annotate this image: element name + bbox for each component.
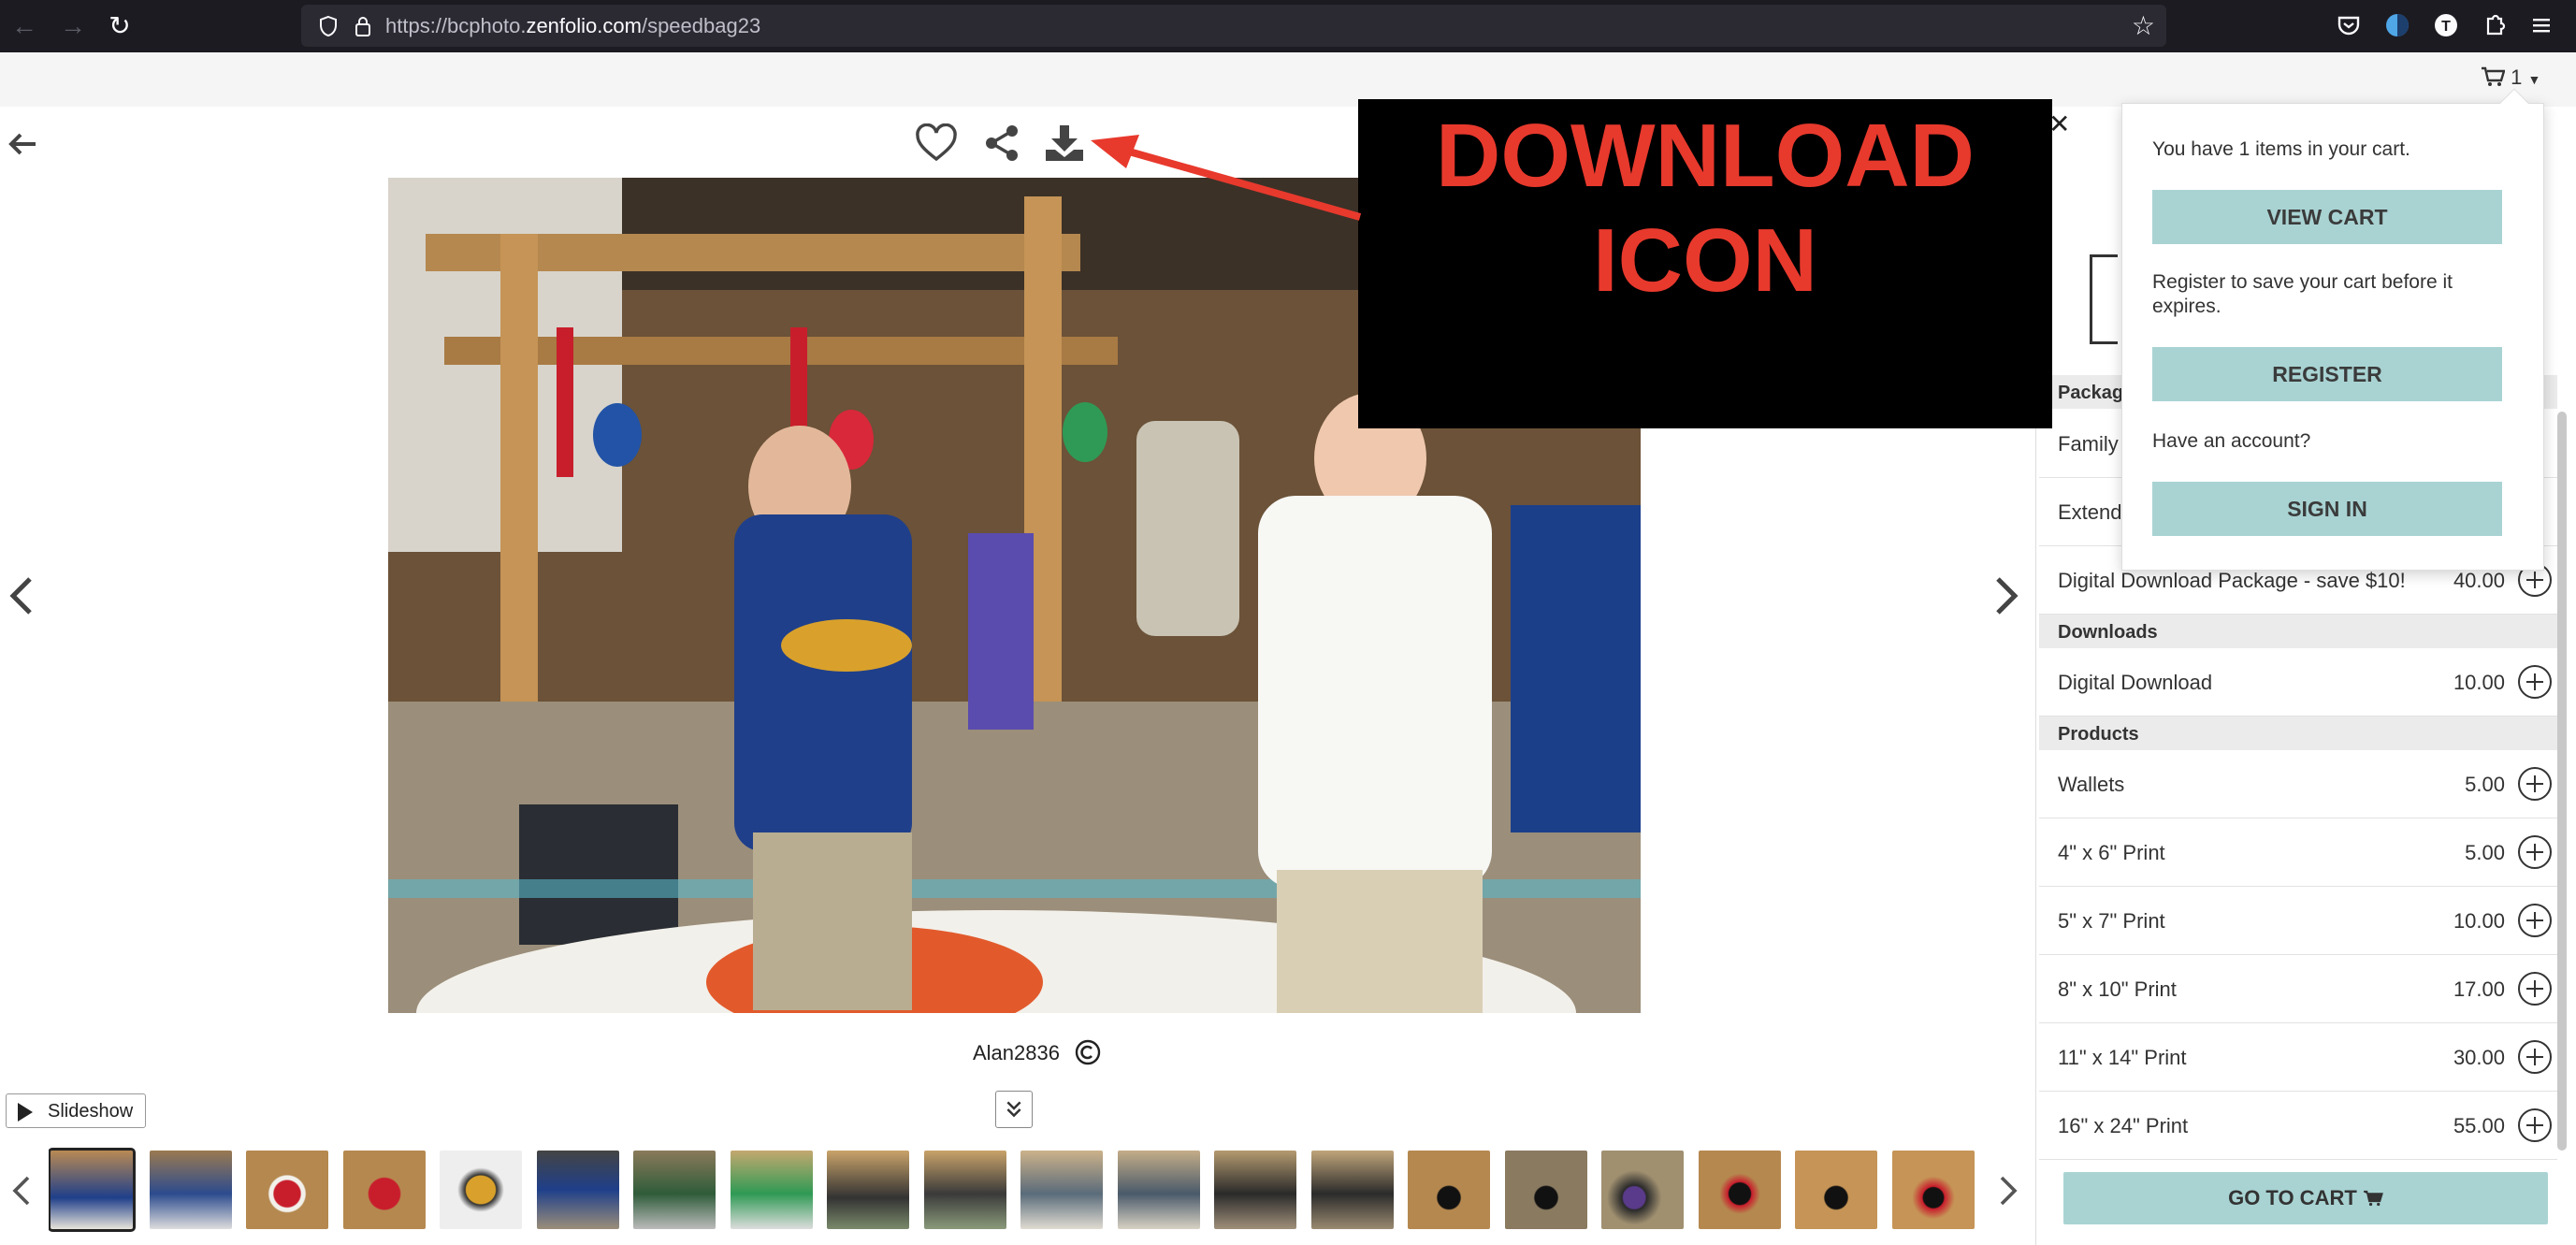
add-plus-icon[interactable] xyxy=(2518,1040,2552,1074)
tracking-shield-icon[interactable] xyxy=(318,15,339,37)
chevron-down-icon: ▼ xyxy=(2527,72,2541,87)
product-row: 11" x 14" Print 30.00 xyxy=(2039,1023,2557,1092)
cart-icon xyxy=(2363,1190,2383,1207)
thumbnail[interactable] xyxy=(49,1148,136,1232)
photo-caption: Alan2836 xyxy=(973,1041,1060,1064)
panel-preview-box xyxy=(2090,254,2118,344)
bookmark-star-icon[interactable]: ☆ xyxy=(2132,10,2155,41)
browser-back-button[interactable]: ← xyxy=(7,9,41,43)
download-row: Digital Download 10.00 xyxy=(2039,648,2557,717)
downloads-section-heading: Downloads xyxy=(2039,615,2557,648)
extension-circle-icon[interactable] xyxy=(2383,11,2411,39)
add-plus-icon[interactable] xyxy=(2518,972,2552,1006)
address-bar[interactable]: https://bcphoto.zenfolio.com/speedbag23 … xyxy=(301,5,2166,47)
annotation-line-2: ICON xyxy=(1593,210,1817,311)
extensions-puzzle-icon[interactable] xyxy=(2481,11,2509,39)
menu-icon[interactable] xyxy=(2527,11,2555,39)
url-text: https://bcphoto.zenfolio.com/speedbag23 xyxy=(385,14,761,37)
product-row: 8" x 10" Print 17.00 xyxy=(2039,955,2557,1023)
cart-menu[interactable]: 1 ▼ xyxy=(2481,65,2540,90)
copyright-icon[interactable] xyxy=(1074,1038,1102,1066)
reload-button[interactable]: ↻ xyxy=(103,9,137,43)
cart-message: You have 1 items in your cart. xyxy=(2152,138,2410,160)
thumbnail[interactable] xyxy=(246,1151,328,1229)
add-plus-icon[interactable] xyxy=(2518,665,2552,699)
cart-dropdown: You have 1 items in your cart. VIEW CART… xyxy=(2121,88,2544,571)
register-button[interactable]: REGISTER xyxy=(2152,347,2502,401)
thumbnail[interactable] xyxy=(1408,1151,1490,1229)
product-row: 4" x 6" Print 5.00 xyxy=(2039,818,2557,887)
sign-in-button[interactable]: SIGN IN xyxy=(2152,482,2502,536)
site-header xyxy=(0,52,2576,107)
browser-toolbar: ← → ↻ https://bcphoto.zenfolio.com/speed… xyxy=(0,0,2576,52)
back-arrow-icon[interactable] xyxy=(6,127,39,161)
product-row: 5" x 7" Print 10.00 xyxy=(2039,887,2557,955)
thumbnail[interactable] xyxy=(1795,1151,1877,1229)
product-row: Wallets 5.00 xyxy=(2039,750,2557,818)
pocket-icon[interactable] xyxy=(2335,11,2363,39)
filmstrip-next-arrow[interactable] xyxy=(1998,1175,2019,1207)
view-cart-button[interactable]: VIEW CART xyxy=(2152,190,2502,244)
thumbnail[interactable] xyxy=(440,1151,522,1229)
filmstrip xyxy=(49,1147,1975,1233)
play-icon xyxy=(18,1103,33,1122)
thumbnail[interactable] xyxy=(1601,1151,1684,1229)
thumbnail[interactable] xyxy=(1699,1151,1781,1229)
panel-scrollbar[interactable] xyxy=(2557,412,2567,1151)
add-plus-icon[interactable] xyxy=(2518,835,2552,869)
filmstrip-prev-arrow[interactable] xyxy=(11,1175,32,1207)
thumbnail[interactable] xyxy=(1505,1151,1587,1229)
account-text: Have an account? xyxy=(2152,430,2311,452)
extension-t-icon[interactable]: T xyxy=(2432,11,2460,39)
add-plus-icon[interactable] xyxy=(2518,767,2552,801)
add-plus-icon[interactable] xyxy=(2518,904,2552,937)
thumbnail[interactable] xyxy=(1020,1151,1103,1229)
thumbnail[interactable] xyxy=(924,1151,1006,1229)
cart-icon xyxy=(2482,66,2506,86)
thumbnail[interactable] xyxy=(633,1151,716,1229)
go-to-cart-button[interactable]: GO TO CART xyxy=(2063,1172,2548,1224)
svg-text:T: T xyxy=(2441,19,2451,35)
heart-icon[interactable] xyxy=(915,123,958,163)
expand-details-button[interactable] xyxy=(995,1091,1033,1128)
thumbnail[interactable] xyxy=(150,1151,232,1229)
thumbnail[interactable] xyxy=(1892,1151,1975,1229)
thumbnail[interactable] xyxy=(731,1151,813,1229)
add-plus-icon[interactable] xyxy=(2518,1108,2552,1142)
download-icon[interactable] xyxy=(1044,123,1085,163)
thumbnail[interactable] xyxy=(1214,1151,1296,1229)
previous-photo-arrow[interactable] xyxy=(7,575,36,616)
thumbnail[interactable] xyxy=(1311,1151,1394,1229)
slideshow-button[interactable]: Slideshow xyxy=(6,1093,146,1128)
thumbnail[interactable] xyxy=(827,1151,909,1229)
annotation-callout: DOWNLOAD ICON xyxy=(1358,99,2052,428)
products-section-heading: Products xyxy=(2039,717,2557,750)
thumbnail[interactable] xyxy=(1118,1151,1200,1229)
browser-forward-button[interactable]: → xyxy=(56,9,90,43)
cart-count: 1 xyxy=(2511,65,2523,89)
share-icon[interactable] xyxy=(982,123,1021,163)
lock-icon[interactable] xyxy=(354,15,372,37)
register-text: Register to save your cart before it exp… xyxy=(2152,271,2453,317)
next-photo-arrow[interactable] xyxy=(1992,575,2020,616)
thumbnail[interactable] xyxy=(343,1151,426,1229)
annotation-arrow xyxy=(1091,135,1362,221)
product-row: 16" x 24" Print 55.00 xyxy=(2039,1092,2557,1160)
thumbnail[interactable] xyxy=(537,1151,619,1229)
annotation-line-1: DOWNLOAD xyxy=(1436,106,1975,206)
